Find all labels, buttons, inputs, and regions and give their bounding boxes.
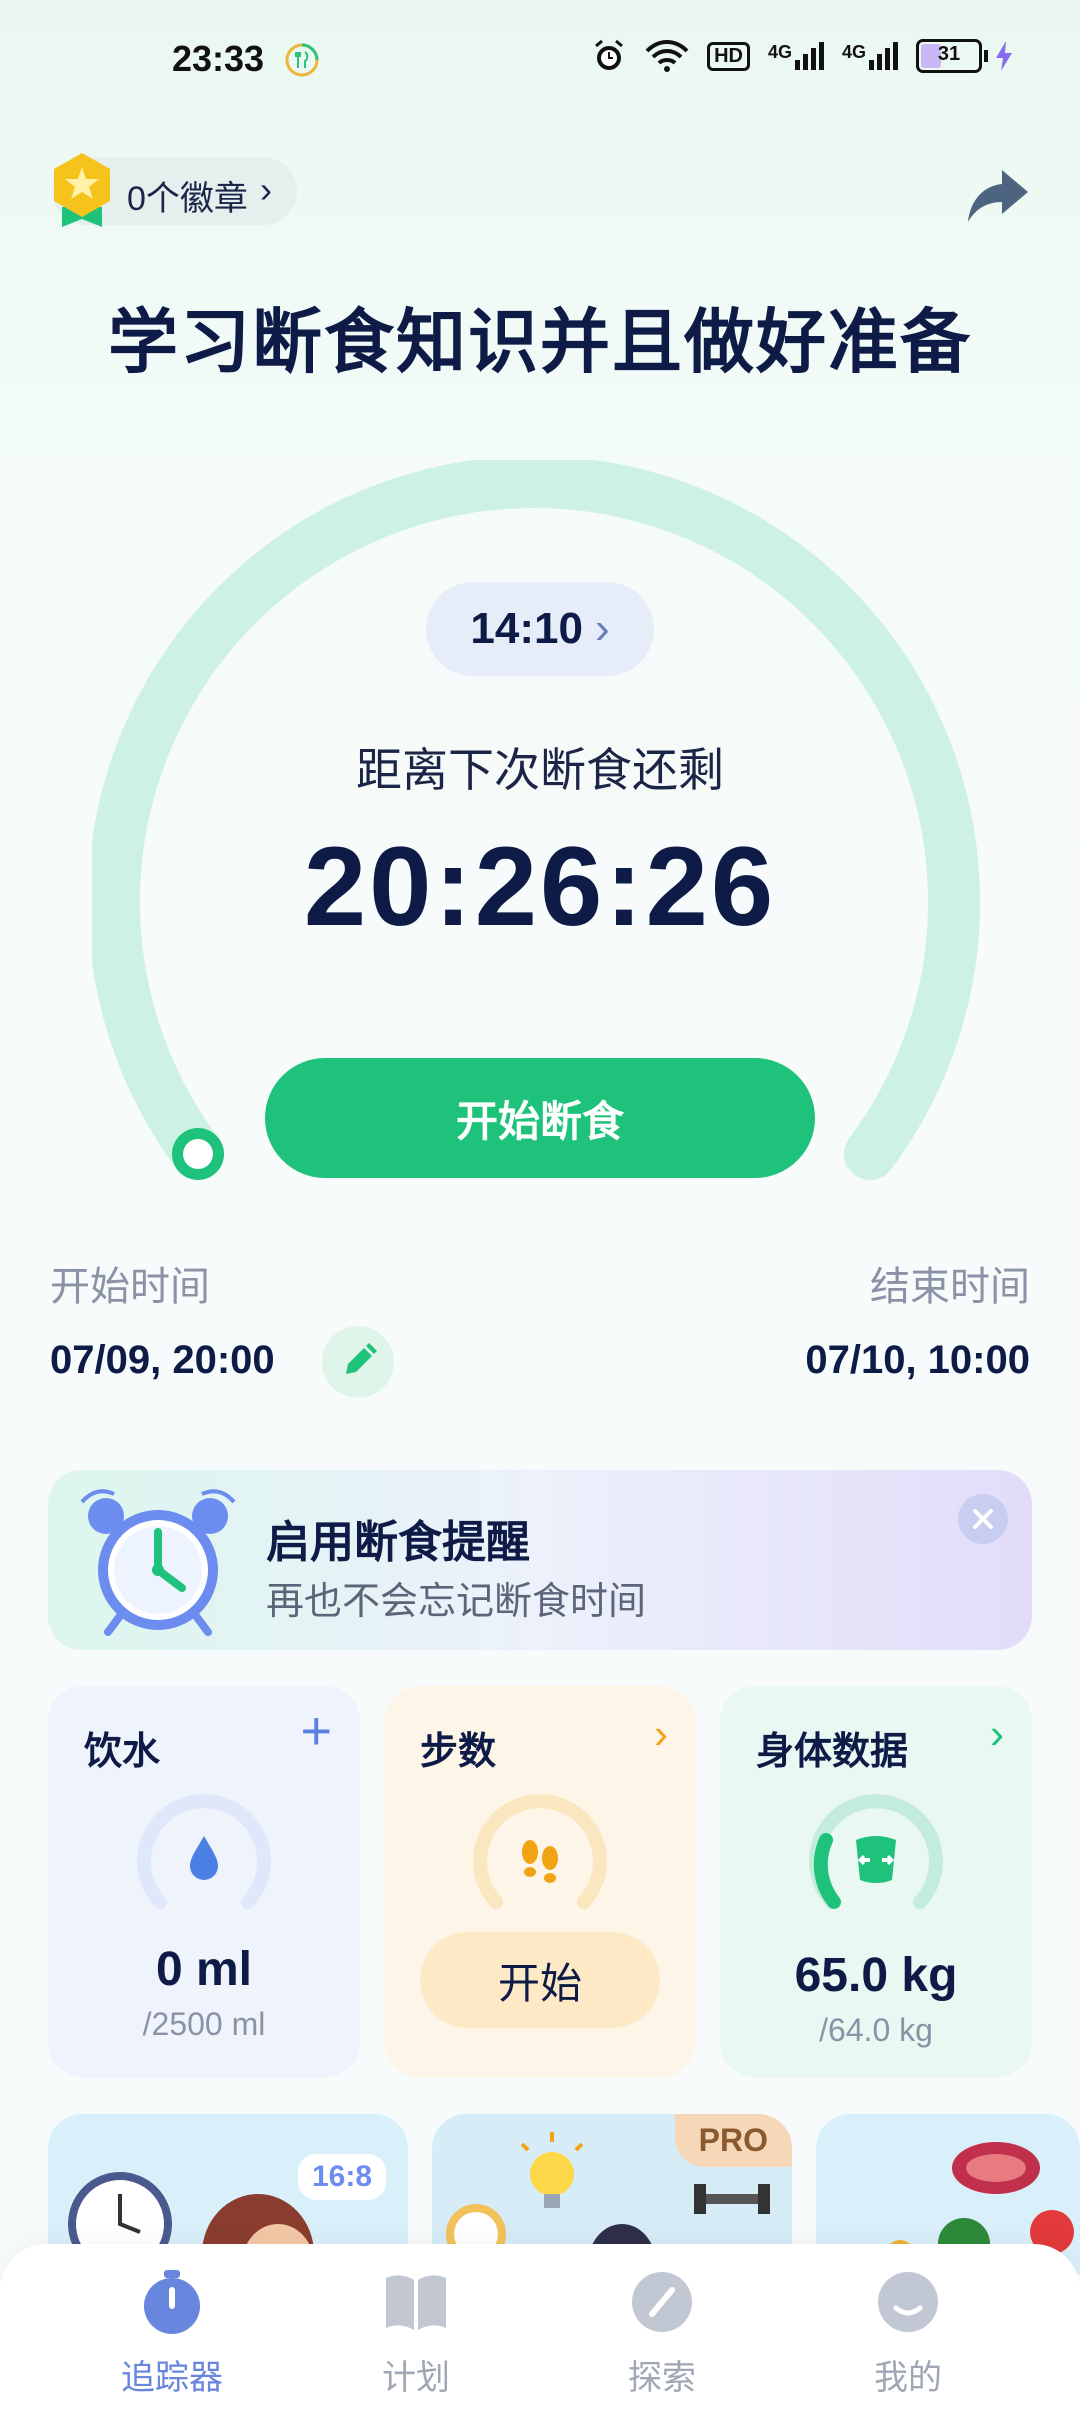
body-gauge	[809, 1794, 943, 1909]
badge-count-label: 0个徽章	[127, 180, 248, 218]
chevron-right-icon: ›	[594, 604, 610, 653]
book-icon	[386, 2275, 446, 2330]
alarm-clock-icon	[80, 1489, 236, 1636]
badges-button[interactable]: 0个徽章 ›	[52, 153, 297, 227]
tab-profile[interactable]: 我的	[828, 2268, 988, 2408]
body-weight-goal: /64.0 kg	[819, 2012, 933, 2048]
hd-indicator: HD	[707, 41, 750, 71]
bottom-tab-bar: 追踪器 计划 探索 我的	[0, 2244, 1080, 2412]
plan-label: 14:10	[470, 604, 583, 653]
promo-tag-168: 16:8	[298, 2154, 387, 2200]
footprints-icon	[522, 1840, 558, 1883]
compass-icon	[632, 2272, 692, 2332]
close-icon	[973, 1509, 993, 1529]
tab-tracker[interactable]: 追踪器	[92, 2268, 252, 2408]
fasting-reminder-banner[interactable]: 启用断食提醒 再也不会忘记断食时间	[48, 1470, 1032, 1650]
reminder-title: 启用断食提醒	[266, 1518, 530, 1567]
water-goal: /2500 ml	[142, 2006, 266, 2042]
steps-gauge	[473, 1794, 607, 1909]
water-title: 饮水	[84, 1731, 161, 1773]
start-time-label: 开始时间	[50, 1265, 210, 1309]
medal-icon	[54, 153, 110, 227]
chevron-right-icon: ›	[260, 169, 272, 210]
water-card[interactable]: 饮水 + 0 ml /2500 ml	[48, 1686, 360, 2078]
body-weight-value: 65.0 kg	[794, 1949, 958, 2002]
alarm-icon	[595, 39, 624, 70]
edit-start-time-button[interactable]	[322, 1326, 394, 1398]
profile-icon	[878, 2272, 938, 2332]
water-value: 0 ml	[155, 1943, 253, 1996]
pro-badge: PRO	[674, 2114, 792, 2167]
wifi-icon	[645, 40, 689, 72]
fasting-plan-selector[interactable]: 14:10 ›	[426, 582, 654, 676]
share-icon[interactable]	[966, 162, 1030, 226]
tab-plan[interactable]: 计划	[336, 2268, 496, 2408]
countdown-timer: 20:26:26	[303, 824, 777, 949]
body-data-card[interactable]: 身体数据 › 65.0 kg /64.0 kg	[720, 1686, 1032, 2078]
chevron-right-icon[interactable]: ›	[990, 1710, 1004, 1758]
restaurant-app-icon	[285, 43, 319, 77]
water-gauge	[137, 1794, 271, 1909]
page-title: 学习断食知识并且做好准备	[108, 303, 972, 381]
pencil-icon	[346, 1343, 377, 1374]
steps-title: 步数	[420, 1731, 497, 1773]
body-scale-icon	[856, 1836, 896, 1883]
add-water-button[interactable]: +	[300, 1700, 332, 1762]
status-icons: HD 4G 4G 31	[591, 38, 1014, 74]
tab-explore[interactable]: 探索	[582, 2268, 742, 2408]
start-time-value: 07/09, 20:00	[50, 1338, 275, 1382]
tab-label: 探索	[628, 2359, 696, 2397]
status-time: 23:33	[172, 38, 265, 79]
tab-label: 我的	[874, 2359, 942, 2397]
signal-2: 4G	[842, 42, 898, 70]
close-reminder-button[interactable]	[958, 1494, 1008, 1544]
start-fasting-button[interactable]: 开始断食	[265, 1058, 815, 1178]
end-time-value: 07/10, 10:00	[805, 1338, 1030, 1382]
water-drop-icon	[190, 1836, 218, 1880]
reminder-subtitle: 再也不会忘记断食时间	[266, 1581, 647, 1623]
countdown-label: 距离下次断食还剩	[356, 744, 724, 796]
stopwatch-icon	[144, 2270, 200, 2334]
tab-label: 追踪器	[121, 2359, 223, 2397]
body-data-title: 身体数据	[756, 1731, 909, 1773]
chevron-right-icon[interactable]: ›	[654, 1710, 668, 1758]
start-steps-button[interactable]: 开始	[420, 1932, 660, 2028]
end-time-label: 结束时间	[870, 1265, 1030, 1309]
battery-icon: 31	[916, 39, 1014, 73]
charging-icon	[996, 41, 1012, 71]
tab-label: 计划	[382, 2359, 450, 2397]
signal-1: 4G	[768, 42, 824, 70]
steps-card[interactable]: 步数 › 开始	[384, 1686, 696, 2078]
